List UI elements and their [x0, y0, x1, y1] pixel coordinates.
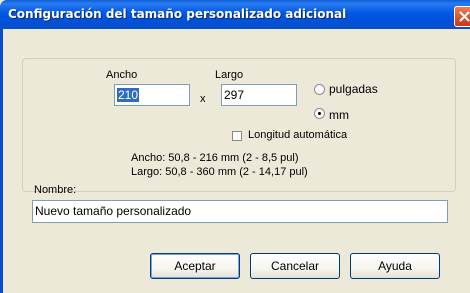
width-range-text: Ancho: 50,8 - 216 mm (2 - 8,5 pul) — [131, 152, 299, 164]
width-value: 210 — [117, 88, 140, 102]
width-input[interactable]: 210 — [114, 84, 190, 106]
title-bar[interactable]: Configuración del tamaño personalizado a… — [0, 0, 470, 29]
help-button[interactable]: Ayuda — [350, 253, 440, 279]
mm-radio[interactable] — [314, 108, 325, 119]
ok-button[interactable]: Aceptar — [150, 253, 240, 279]
cancel-button[interactable]: Cancelar — [250, 253, 340, 279]
auto-length-label[interactable]: Longitud automática — [248, 129, 347, 141]
width-label: Ancho — [106, 69, 138, 81]
name-input[interactable]: Nuevo tamaño personalizado — [32, 200, 448, 223]
name-label: Nombre: — [34, 184, 77, 196]
length-label: Largo — [215, 69, 244, 81]
length-range-text: Largo: 50,8 - 360 mm (2 - 14,17 pul) — [131, 166, 308, 178]
close-button[interactable] — [454, 6, 470, 27]
close-icon — [459, 11, 470, 22]
length-value: 297 — [224, 88, 245, 102]
mm-label[interactable]: mm — [329, 108, 349, 122]
auto-length-checkbox[interactable] — [232, 131, 242, 141]
inches-label[interactable]: pulgadas — [329, 82, 378, 96]
inches-radio[interactable] — [314, 84, 325, 95]
window-border — [0, 29, 3, 293]
window-title: Configuración del tamaño personalizado a… — [8, 7, 347, 21]
times-sign: x — [200, 93, 206, 105]
custom-size-dialog: Configuración del tamaño personalizado a… — [0, 0, 470, 293]
length-input[interactable]: 297 — [221, 84, 297, 106]
name-value: Nuevo tamaño personalizado — [35, 204, 192, 218]
